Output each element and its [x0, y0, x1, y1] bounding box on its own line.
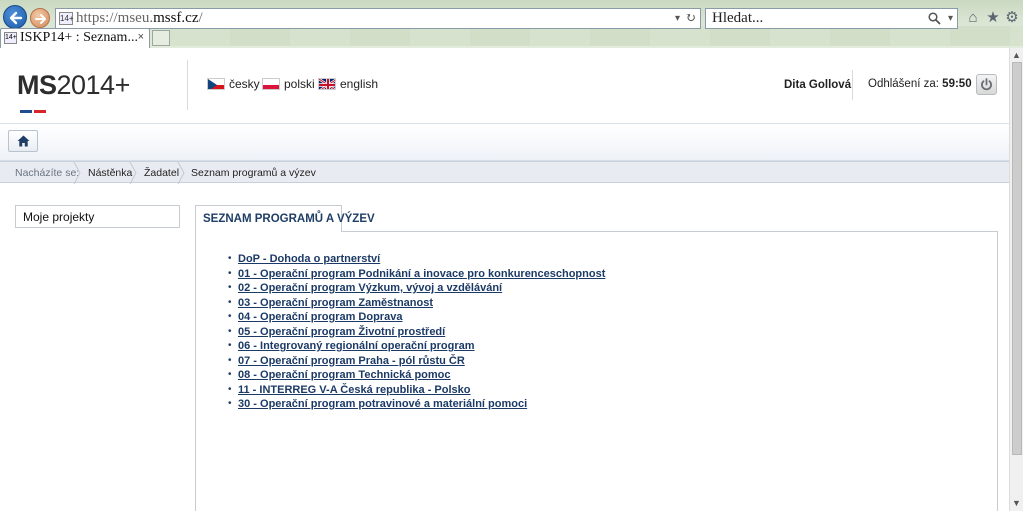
search-placeholder[interactable]: Hledat... [712, 10, 763, 27]
breadcrumb: Nacházíte se: Nástěnka Žadatel Seznam pr… [0, 161, 1009, 184]
browser-tab[interactable]: 14+ ISKP14+ : Seznam... × [0, 28, 150, 48]
tab-favicon: 14+ [4, 32, 17, 44]
program-link[interactable]: 30 - Operační program potravinové a mate… [238, 397, 527, 411]
logout-time: 59:50 [942, 78, 972, 90]
bullet-icon: • [228, 311, 232, 322]
star-icon[interactable]: ★ [984, 9, 1002, 27]
chrome-background [170, 26, 1023, 46]
program-link[interactable]: 01 - Operační program Podnikání a inovac… [238, 267, 605, 281]
program-link[interactable]: 03 - Operační program Zaměstnanost [238, 296, 433, 310]
tab-title[interactable]: ISKP14+ : Seznam... [20, 30, 138, 46]
breadcrumb-separator-icon [177, 162, 185, 184]
ms2014-logo[interactable]: MS2014+ [17, 70, 130, 101]
lang-czech[interactable]: česky [207, 77, 260, 91]
browser-window: 14+ https://mseu.mssf.cz/ ▾ ↻ Hledat... … [0, 0, 1023, 511]
refresh-icon[interactable]: ↻ [685, 10, 696, 26]
lang-english[interactable]: english [318, 77, 378, 91]
program-link[interactable]: 06 - Integrovaný regionální operační pro… [238, 339, 475, 353]
home-toolbar-icon[interactable]: ⌂ [964, 9, 982, 27]
bullet-icon: • [228, 354, 232, 366]
breadcrumb-separator-icon [129, 162, 137, 184]
browser-search-box[interactable]: Hledat... ▾ [705, 8, 958, 29]
vertical-scrollbar[interactable]: ▲ ▼ [1009, 48, 1023, 511]
sidebar-item-label: Moje projekty [23, 210, 95, 224]
scrollbar-thumb[interactable] [1012, 62, 1022, 455]
address-url[interactable]: https://mseu.mssf.cz/ [76, 10, 203, 27]
back-button[interactable] [3, 5, 27, 29]
czech-flag-icon [207, 78, 225, 90]
page-toolbar [0, 125, 1009, 161]
gear-icon[interactable]: ⚙ [1003, 9, 1021, 27]
header-divider [187, 60, 188, 110]
header-divider [852, 70, 853, 100]
tab-label: SEZNAM PROGRAMŮ A VÝZEV [203, 213, 375, 225]
logo-color-bars [20, 100, 60, 131]
forward-arrow-icon [35, 14, 46, 24]
lang-label[interactable]: polski [284, 77, 315, 91]
home-button[interactable] [8, 130, 38, 152]
program-list-panel: • DoP - Dohoda o partnerství • 01 - Operačn… [195, 231, 998, 511]
bullet-icon: • [228, 383, 232, 395]
back-arrow-icon [9, 11, 23, 25]
program-link[interactable]: DoP - Dohoda o partnerství [238, 252, 380, 266]
lang-label[interactable]: english [340, 77, 378, 91]
home-icon [17, 135, 30, 147]
bullet-icon: • [228, 398, 232, 409]
breadcrumb-prefix: Nacházíte se: [15, 167, 80, 179]
sidebar-item-moje-projekty[interactable]: Moje projekty [15, 205, 180, 228]
logout-timer: Odhlášení za: 59:50 [868, 78, 972, 90]
scroll-up-icon[interactable]: ▲ [1012, 50, 1021, 60]
lang-polish[interactable]: polski [262, 77, 315, 91]
user-name[interactable]: Dita Gollová [784, 79, 851, 91]
forward-button[interactable] [30, 8, 50, 28]
polish-flag-icon [262, 78, 280, 90]
page-content: MS2014+ česky polski english Dita Gollov… [0, 48, 1009, 511]
program-link[interactable]: 08 - Operační program Technická pomoc [238, 368, 451, 382]
bullet-icon: • [228, 296, 232, 308]
tab-close-icon[interactable]: × [138, 31, 144, 43]
bullet-icon: • [228, 325, 232, 337]
browser-chrome: 14+ https://mseu.mssf.cz/ ▾ ↻ Hledat... … [0, 0, 1023, 48]
breadcrumb-item-current: Seznam programů a výzev [191, 167, 316, 179]
bullet-icon: • [228, 282, 232, 293]
breadcrumb-item-zadatel[interactable]: Žadatel [144, 167, 179, 179]
lang-label[interactable]: česky [229, 77, 260, 91]
power-icon [981, 78, 992, 91]
program-link[interactable]: 05 - Operační program Životní prostředí [238, 325, 445, 339]
program-link[interactable]: 11 - INTERREG V-A Česká republika - Pols… [238, 383, 471, 397]
site-header: MS2014+ česky polski english Dita Gollov… [0, 48, 1009, 131]
bullet-icon: • [228, 253, 232, 264]
bullet-icon: • [228, 267, 232, 279]
program-link[interactable]: 04 - Operační program Doprava [238, 310, 402, 324]
program-link[interactable]: 07 - Operační program Praha - pól růstu … [238, 354, 465, 368]
address-bar[interactable]: 14+ https://mseu.mssf.cz/ ▾ ↻ [55, 8, 701, 29]
program-link[interactable]: 02 - Operační program Výzkum, vývoj a vz… [238, 281, 502, 295]
search-dropdown-icon[interactable]: ▾ [948, 13, 953, 24]
breadcrumb-separator-icon [73, 162, 81, 184]
scroll-down-icon[interactable]: ▼ [1012, 498, 1021, 508]
address-dropdown-icon[interactable]: ▾ [675, 13, 680, 24]
site-favicon: 14+ [59, 12, 74, 25]
breadcrumb-item-nastenka[interactable]: Nástěnka [88, 167, 132, 179]
bullet-icon: • [228, 369, 232, 380]
search-icon[interactable] [928, 12, 941, 25]
uk-flag-icon [318, 78, 336, 90]
bullet-icon: • [228, 340, 232, 351]
tab-seznam-programu[interactable]: SEZNAM PROGRAMŮ A VÝZEV [195, 205, 375, 232]
logout-button[interactable] [976, 74, 997, 95]
new-tab-button[interactable] [152, 30, 170, 46]
